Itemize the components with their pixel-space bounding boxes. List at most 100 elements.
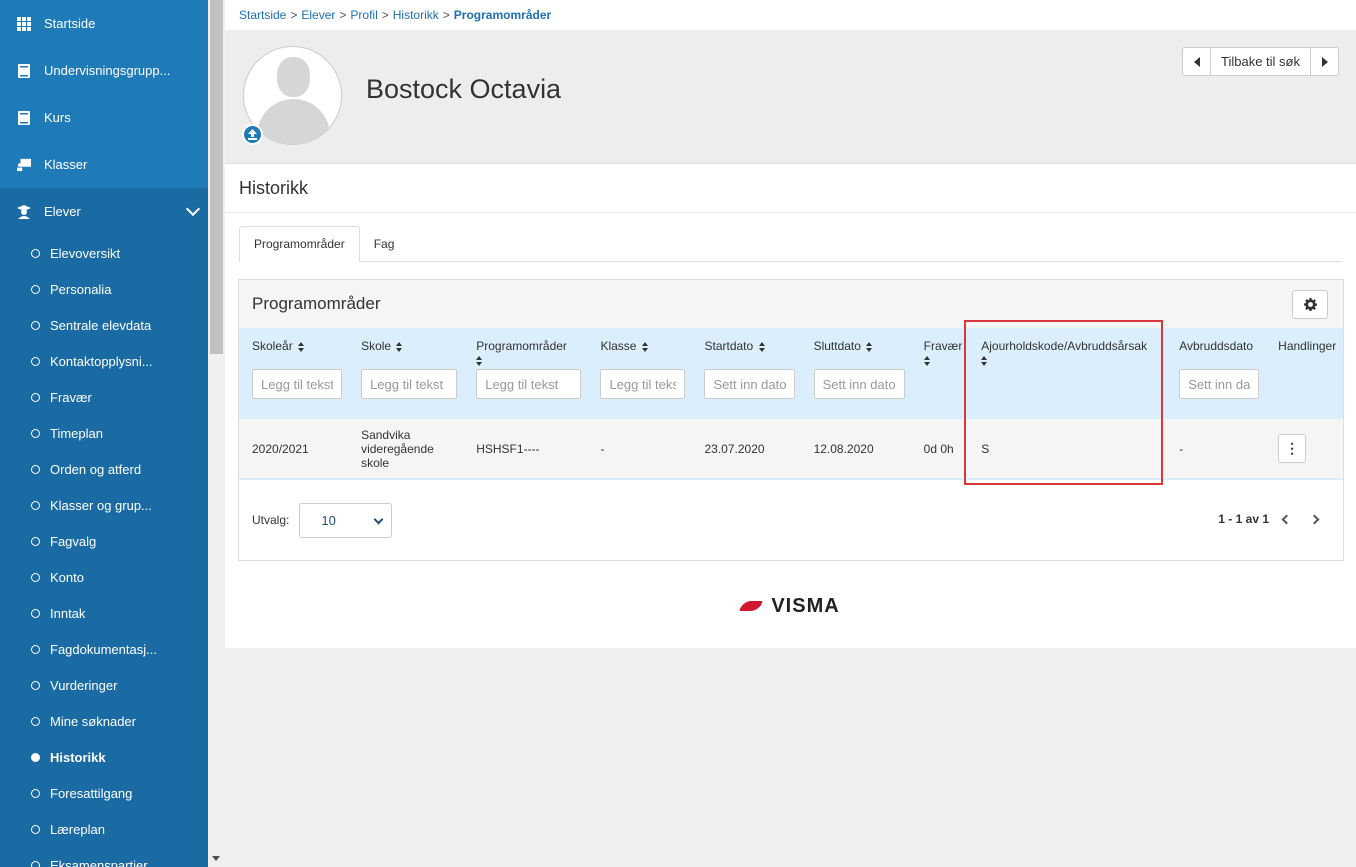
circle-icon	[31, 572, 40, 582]
sub-nav: Elevoversikt Personalia Sentrale elevdat…	[0, 235, 208, 867]
app: Startside Undervisningsgrupp... Kurs Kla…	[0, 0, 1356, 867]
sub-item-fagdokumentasjon[interactable]: Fagdokumentasj...	[0, 631, 208, 667]
nav-item-klasser[interactable]: Klasser	[0, 141, 208, 188]
sub-item-inntak[interactable]: Inntak	[0, 595, 208, 631]
sub-item-eksamenspartier[interactable]: Eksamenspartier	[0, 847, 208, 867]
upload-icon[interactable]	[242, 124, 263, 145]
chevron-left-icon[interactable]	[1281, 514, 1292, 524]
tab-fag[interactable]: Fag	[360, 226, 409, 262]
student-icon	[17, 204, 31, 219]
filter-programomrader[interactable]	[476, 369, 582, 399]
chevron-right-icon[interactable]	[1309, 514, 1320, 524]
previous-button[interactable]	[1182, 47, 1212, 76]
col-skole[interactable]: Skole	[348, 328, 463, 419]
sub-item-sentrale-elevdata[interactable]: Sentrale elevdata	[0, 307, 208, 343]
sort-icon[interactable]	[923, 355, 931, 366]
vertical-dots-icon: ⋮	[1285, 440, 1300, 456]
circle-icon	[31, 608, 40, 618]
circle-icon	[31, 320, 40, 330]
sub-item-fravaer[interactable]: Fravær	[0, 379, 208, 415]
sub-item-personalia[interactable]: Personalia	[0, 271, 208, 307]
sort-icon[interactable]	[396, 341, 403, 352]
col-avbruddsdato: Avbruddsdato	[1166, 328, 1265, 419]
sub-item-kontaktopplysninger[interactable]: Kontaktopplysni...	[0, 343, 208, 379]
filter-klasse[interactable]	[600, 369, 686, 399]
nav-item-startside[interactable]: Startside	[0, 0, 208, 47]
sub-item-elevoversikt[interactable]: Elevoversikt	[0, 235, 208, 271]
sub-item-konto[interactable]: Konto	[0, 559, 208, 595]
sub-item-label: Fagdokumentasj...	[50, 641, 157, 657]
nav-label: Elever	[44, 204, 81, 219]
pagination: 1 - 1 av 1	[1218, 512, 1320, 526]
sub-item-label: Timeplan	[50, 425, 103, 441]
circle-icon	[31, 464, 40, 474]
breadcrumb-startside[interactable]: Startside	[239, 8, 286, 22]
table-header-row: Skoleår Skole Programområder Klasse Star…	[239, 328, 1343, 419]
sub-item-label: Fravær	[50, 389, 92, 405]
scroll-down-arrow-icon[interactable]	[212, 856, 220, 861]
sub-item-label: Fagvalg	[50, 533, 97, 549]
col-programomrader[interactable]: Programområder	[463, 328, 587, 419]
settings-button[interactable]	[1292, 290, 1328, 319]
sub-item-orden[interactable]: Orden og atferd	[0, 451, 208, 487]
circle-icon	[31, 356, 40, 366]
filter-skolear[interactable]	[252, 369, 343, 399]
col-sluttdato[interactable]: Sluttdato	[801, 328, 911, 419]
breadcrumb-historikk[interactable]: Historikk	[393, 8, 439, 22]
circle-icon	[31, 284, 40, 294]
gear-icon	[1303, 298, 1317, 311]
circle-icon	[31, 536, 40, 546]
breadcrumb-elever[interactable]: Elever	[301, 8, 335, 22]
avatar-head	[277, 57, 310, 97]
next-button[interactable]	[1310, 47, 1339, 76]
nav-label: Klasser	[44, 157, 88, 172]
sub-item-fagvalg[interactable]: Fagvalg	[0, 523, 208, 559]
table-row[interactable]: 2020/2021 Sandvika videregående skole HS…	[239, 419, 1343, 480]
tab-programomrader[interactable]: Programområder	[239, 226, 360, 262]
nav-item-undervisningsgrupper[interactable]: Undervisningsgrupp...	[0, 47, 208, 94]
logo-text: VISMA	[771, 594, 840, 617]
sort-icon[interactable]	[866, 341, 873, 352]
sub-item-laereplan[interactable]: Læreplan	[0, 811, 208, 847]
sub-item-label: Konto	[50, 569, 84, 585]
breadcrumb-profil[interactable]: Profil	[350, 8, 377, 22]
col-startdato[interactable]: Startdato	[691, 328, 800, 419]
sub-item-label: Personalia	[50, 281, 112, 297]
col-klasse[interactable]: Klasse	[587, 328, 691, 419]
sub-item-label: Inntak	[50, 605, 86, 621]
sort-icon[interactable]	[298, 341, 305, 352]
sort-icon[interactable]	[981, 355, 988, 366]
sub-item-timeplan[interactable]: Timeplan	[0, 415, 208, 451]
sidebar-scrollbar[interactable]	[208, 0, 225, 867]
sort-icon[interactable]	[641, 341, 649, 352]
sort-icon[interactable]	[758, 341, 766, 352]
filter-sluttdato[interactable]	[813, 369, 905, 399]
sub-item-mine-soknader[interactable]: Mine søknader	[0, 703, 208, 739]
programomrader-table: Skoleår Skole Programområder Klasse Star…	[239, 328, 1343, 480]
col-fravaer[interactable]: Fravær	[911, 328, 969, 419]
sub-item-label: Elevoversikt	[50, 245, 121, 261]
sub-item-label: Sentrale elevdata	[50, 317, 152, 333]
filter-avbruddsdato[interactable]	[1179, 369, 1260, 399]
row-actions-button[interactable]: ⋮	[1278, 434, 1307, 463]
breadcrumb-separator: >	[442, 8, 450, 22]
student-name: Bostock Octavia	[366, 74, 562, 104]
pagination-range: 1 - 1 av 1	[1218, 512, 1269, 526]
sub-item-foresattilgang[interactable]: Foresattilgang	[0, 775, 208, 811]
nav-item-elever[interactable]: Elever	[0, 188, 208, 235]
nav-item-kurs[interactable]: Kurs	[0, 94, 208, 141]
page-size-select[interactable]: 10	[299, 502, 393, 538]
filter-startdato[interactable]	[704, 369, 795, 399]
col-handlinger: Handlinger	[1265, 328, 1343, 419]
panel-header: Programområder	[239, 280, 1343, 328]
circle-icon	[31, 716, 40, 726]
col-skolear[interactable]: Skoleår	[239, 328, 348, 419]
sub-item-vurderinger[interactable]: Vurderinger	[0, 667, 208, 703]
sub-item-historikk[interactable]: Historikk	[0, 739, 208, 775]
back-to-search-button[interactable]: Tilbake til søk	[1211, 47, 1310, 76]
filter-skole[interactable]	[361, 369, 458, 399]
sub-item-klasser-grupper[interactable]: Klasser og grup...	[0, 487, 208, 523]
col-ajourholdskode[interactable]: Ajourholdskode/Avbruddsårsak	[968, 328, 1166, 419]
sort-icon[interactable]	[476, 355, 483, 366]
scrollbar-thumb[interactable]	[210, 0, 223, 354]
